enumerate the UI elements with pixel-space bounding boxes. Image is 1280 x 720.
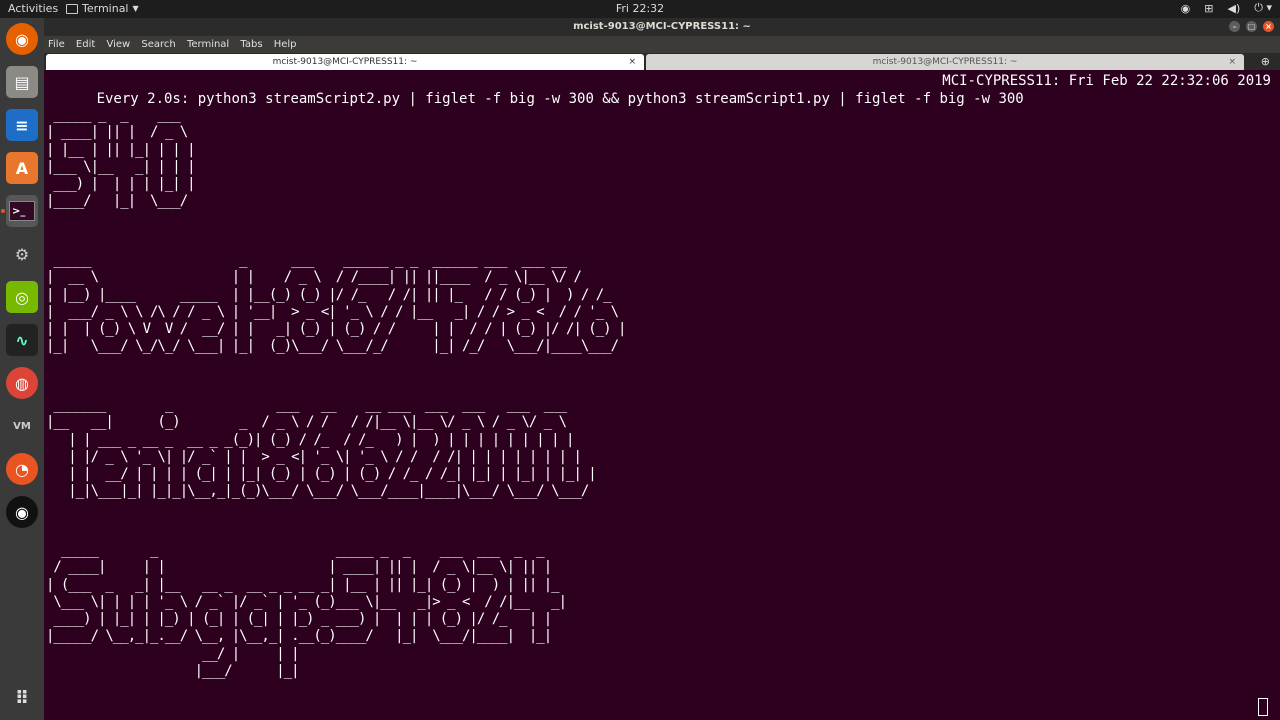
obs-tray-icon[interactable]: ◉ <box>1181 2 1191 15</box>
figlet-block-2: _____ _ ___ ______ _ _ ______ ___ ___ __… <box>46 252 626 355</box>
top-bar: Activities Terminal ▼ Fri 22:32 ◉ ⊞ ◀) ⏻… <box>0 0 1280 18</box>
chevron-down-icon: ▼ <box>132 4 139 13</box>
app-menu-label: Terminal <box>82 2 129 15</box>
minimize-button[interactable]: – <box>1229 21 1240 32</box>
writer-icon[interactable]: ≡ <box>6 109 38 141</box>
figlet-block-1: _____ _ _ ___ | ____| || | / _ \ | |__ |… <box>46 107 196 210</box>
settings-icon[interactable]: ⚙ <box>6 238 38 270</box>
menu-tabs[interactable]: Tabs <box>240 39 262 50</box>
menu-terminal[interactable]: Terminal <box>187 39 229 50</box>
terminal-app-icon <box>66 3 78 14</box>
vmware-icon[interactable]: VM <box>6 410 38 442</box>
volume-icon[interactable]: ◀) <box>1228 2 1241 15</box>
nvidia-icon[interactable]: ◎ <box>6 281 38 313</box>
watch-header: Every 2.0s: python3 streamScript2.py | f… <box>46 72 1271 144</box>
watch-command: Every 2.0s: python3 streamScript2.py | f… <box>96 91 1024 107</box>
window-titlebar[interactable]: mcist-9013@MCI-CYPRESS11: ~ – □ × <box>44 18 1280 36</box>
terminal-output[interactable]: Every 2.0s: python3 streamScript2.py | f… <box>44 70 1280 720</box>
system-tray[interactable]: ◉ ⊞ ◀) ⏻ ▾ <box>1181 1 1272 15</box>
show-apps-icon[interactable]: ⠿ <box>6 682 38 714</box>
menu-edit[interactable]: Edit <box>76 39 95 50</box>
menu-file[interactable]: File <box>48 39 65 50</box>
menu-search[interactable]: Search <box>141 39 175 50</box>
obs-icon[interactable]: ◉ <box>6 496 38 528</box>
system-monitor-icon[interactable]: ∿ <box>6 324 38 356</box>
window-title: mcist-9013@MCI-CYPRESS11: ~ <box>573 21 751 32</box>
terminal-cursor <box>1258 698 1268 716</box>
watch-status: MCI-CYPRESS11: Fri Feb 22 22:32:06 2019 <box>942 73 1271 89</box>
dock: ◉ ▤ ≡ A >_ ⚙ ◎ ∿ ◍ VM ◔ ◉ ⠿ <box>0 18 44 720</box>
clock[interactable]: Fri 22:32 <box>616 2 664 15</box>
network-icon[interactable]: ⊞ <box>1204 2 1213 15</box>
tab-2-label: mcist-9013@MCI-CYPRESS11: ~ <box>872 57 1018 67</box>
software-center-icon[interactable]: A <box>6 152 38 184</box>
files-icon[interactable]: ▤ <box>6 66 38 98</box>
tab-2[interactable]: mcist-9013@MCI-CYPRESS11: ~ × <box>646 54 1244 70</box>
power-icon[interactable]: ⏻ ▾ <box>1254 1 1272 15</box>
firefox-icon[interactable]: ◉ <box>6 23 38 55</box>
tab-bar: mcist-9013@MCI-CYPRESS11: ~ × mcist-9013… <box>44 53 1280 70</box>
figlet-block-3: _______ _ ___ __ __ ___ ___ ___ ___ ___ … <box>46 397 597 500</box>
app-menu[interactable]: Terminal ▼ <box>66 2 139 15</box>
tab-1[interactable]: mcist-9013@MCI-CYPRESS11: ~ × <box>46 54 644 70</box>
figlet-block-4: _____ _ _____ _ _ ___ ___ _ _ / ____| | … <box>46 542 567 680</box>
tab-1-label: mcist-9013@MCI-CYPRESS11: ~ <box>272 57 418 67</box>
tab-2-close-icon[interactable]: × <box>1228 54 1236 70</box>
menu-view[interactable]: View <box>106 39 130 50</box>
menu-bar: File Edit View Search Terminal Tabs Help <box>44 36 1280 53</box>
terminal-window: mcist-9013@MCI-CYPRESS11: ~ – □ × File E… <box>44 18 1280 720</box>
close-button[interactable]: × <box>1263 21 1274 32</box>
tab-1-close-icon[interactable]: × <box>628 54 636 70</box>
maximize-button[interactable]: □ <box>1246 21 1257 32</box>
menu-help[interactable]: Help <box>274 39 297 50</box>
chrome-icon[interactable]: ◍ <box>6 367 38 399</box>
terminal-icon[interactable]: >_ <box>6 195 38 227</box>
ubuntu-icon[interactable]: ◔ <box>6 453 38 485</box>
new-tab-icon[interactable]: ⊕ <box>1261 53 1270 70</box>
activities-button[interactable]: Activities <box>8 2 58 15</box>
